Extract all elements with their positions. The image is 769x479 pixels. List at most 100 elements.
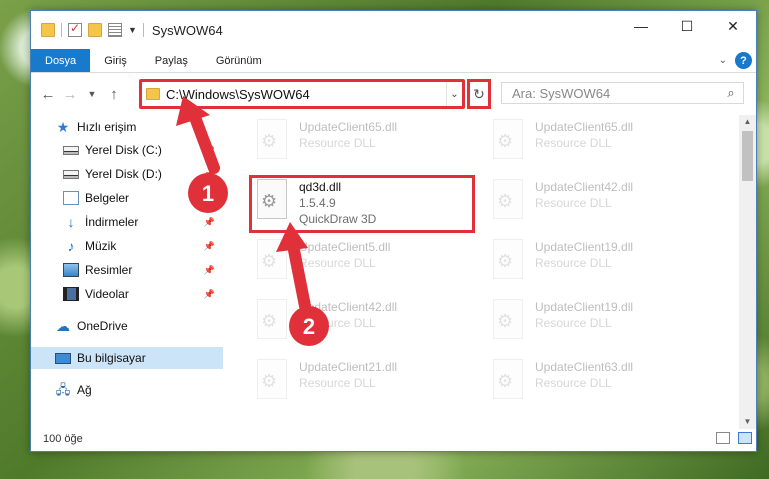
- sidebar-item-label: Belgeler: [85, 191, 130, 205]
- file-name: UpdateClient42.dll: [535, 180, 634, 194]
- file-item[interactable]: ⚙ UpdateClient19.dll Resource DLL: [491, 235, 691, 293]
- network-icon: 🖧: [55, 382, 71, 397]
- star-icon: ★: [56, 119, 70, 135]
- search-placeholder: Ara: SysWOW64: [512, 85, 611, 101]
- file-type: Resource DLL: [535, 136, 612, 150]
- sidebar-item-local-disk-c[interactable]: Yerel Disk (C:) 📌: [31, 139, 223, 161]
- details-view-icon[interactable]: [716, 432, 730, 444]
- sidebar-item-this-pc[interactable]: Bu bilgisayar: [31, 347, 223, 369]
- sidebar-item-label: İndirmeler: [85, 215, 139, 229]
- sidebar-item-pictures[interactable]: Resimler 📌: [31, 259, 223, 281]
- divider: [142, 23, 144, 37]
- address-bar[interactable]: C:\Windows\SysWOW64 ⌄: [139, 79, 465, 109]
- sidebar-item-label: OneDrive: [77, 319, 128, 333]
- status-bar: 100 öğe: [31, 427, 758, 451]
- close-button[interactable]: ✕: [710, 11, 756, 41]
- file-name: UpdateClient65.dll: [299, 120, 398, 134]
- large-icons-view-icon[interactable]: [738, 432, 752, 444]
- expand-ribbon-icon[interactable]: ⌄: [719, 55, 727, 66]
- tab-share[interactable]: Paylaş: [141, 49, 202, 72]
- pin-icon[interactable]: 📌: [204, 193, 215, 204]
- forward-arrow-icon[interactable]: →: [59, 86, 81, 103]
- sidebar-item-videos[interactable]: Videolar 📌: [31, 283, 223, 305]
- pin-icon[interactable]: 📌: [204, 265, 215, 276]
- tab-file[interactable]: Dosya: [31, 49, 91, 72]
- pin-icon[interactable]: 📌: [204, 169, 215, 180]
- refresh-button[interactable]: ↻: [467, 79, 491, 109]
- sidebar-item-label: Ağ: [77, 383, 92, 397]
- recent-locations-icon[interactable]: ▼: [81, 89, 103, 99]
- sidebar-item-music[interactable]: ♪ Müzik 📌: [31, 235, 223, 257]
- dll-file-icon: ⚙: [255, 299, 291, 341]
- file-item[interactable]: ⚙ UpdateClient42.dll Resource DLL: [491, 175, 691, 233]
- dll-file-icon: ⚙: [491, 239, 527, 281]
- file-item[interactable]: ⚙ UpdateClient65.dll Resource DLL: [491, 115, 691, 173]
- pin-icon[interactable]: 📌: [204, 217, 215, 228]
- file-name: UpdateClient19.dll: [535, 240, 634, 254]
- search-input[interactable]: Ara: SysWOW64 ⌕: [501, 82, 744, 104]
- file-type: Resource DLL: [299, 136, 376, 150]
- new-folder-icon[interactable]: [88, 23, 102, 37]
- file-item[interactable]: ⚙ UpdateClient42.dll Resource DLL: [255, 295, 455, 353]
- file-explorer-window: ▼ SysWOW64 — ☐ ✕ Dosya Giriş Paylaş Görü…: [30, 10, 757, 452]
- pin-icon[interactable]: 📌: [204, 241, 215, 252]
- back-arrow-icon[interactable]: ←: [37, 86, 59, 103]
- file-item[interactable]: ⚙ UpdateClient5.dll Resource DLL: [255, 235, 455, 293]
- pin-icon[interactable]: 📌: [204, 145, 215, 156]
- refresh-icon: ↻: [473, 85, 485, 102]
- sidebar-item-local-disk-d[interactable]: Yerel Disk (D:) 📌: [31, 163, 223, 185]
- file-item[interactable]: ⚙ UpdateClient19.dll Resource DLL: [491, 295, 691, 353]
- file-item[interactable]: ⚙ UpdateClient65.dll Resource DLL: [255, 115, 455, 173]
- computer-icon: [55, 352, 71, 364]
- ribbon-tabs: Dosya Giriş Paylaş Görünüm ⌄ ?: [31, 49, 756, 73]
- divider: [61, 23, 62, 37]
- customize-toolbar-icon[interactable]: [108, 23, 122, 37]
- dll-file-icon: ⚙: [491, 299, 527, 341]
- help-icon[interactable]: ?: [735, 52, 752, 69]
- file-name: UpdateClient5.dll: [299, 240, 391, 254]
- dll-file-icon: ⚙: [255, 119, 291, 161]
- file-item[interactable]: ⚙ UpdateClient63.dll Resource DLL: [491, 355, 691, 413]
- tab-view[interactable]: Görünüm: [202, 49, 276, 72]
- sidebar-item-documents[interactable]: Belgeler 📌: [31, 187, 223, 209]
- vertical-scrollbar[interactable]: ▲ ▼: [739, 115, 756, 429]
- search-icon[interactable]: ⌕: [719, 85, 743, 101]
- file-type: Resource DLL: [299, 256, 376, 270]
- up-arrow-icon[interactable]: ↑: [103, 86, 125, 103]
- address-dropdown-icon[interactable]: ⌄: [446, 82, 462, 106]
- scroll-up-icon[interactable]: ▲: [739, 115, 756, 129]
- file-item[interactable]: ⚙ UpdateClient21.dll Resource DLL: [255, 355, 455, 413]
- sidebar-item-network[interactable]: 🖧 Ağ: [31, 379, 223, 401]
- disk-icon: [63, 169, 79, 179]
- sidebar-item-label: Yerel Disk (D:): [85, 167, 162, 181]
- file-type: Resource DLL: [535, 196, 612, 210]
- highlight-box: [249, 175, 475, 233]
- disk-icon: [63, 145, 79, 155]
- address-path[interactable]: C:\Windows\SysWOW64: [166, 87, 446, 102]
- navigation-pane: ★ Hızlı erişim Yerel Disk (C:) 📌 Yerel D…: [31, 115, 223, 429]
- chevron-down-icon[interactable]: ▼: [128, 25, 137, 35]
- sidebar-item-label: Hızlı erişim: [77, 120, 137, 134]
- file-type: Resource DLL: [535, 376, 612, 390]
- sidebar-item-quick-access[interactable]: ★ Hızlı erişim: [31, 116, 223, 138]
- maximize-button[interactable]: ☐: [664, 11, 710, 41]
- dll-file-icon: ⚙: [255, 359, 291, 401]
- window-title: SysWOW64: [151, 22, 223, 38]
- file-type: Resource DLL: [299, 376, 376, 390]
- folder-icon: [41, 23, 55, 37]
- minimize-button[interactable]: —: [618, 11, 664, 41]
- pin-icon[interactable]: 📌: [204, 289, 215, 300]
- sidebar-item-onedrive[interactable]: ☁ OneDrive: [31, 315, 223, 337]
- sidebar-item-label: Yerel Disk (C:): [85, 143, 162, 157]
- scroll-thumb[interactable]: [742, 131, 753, 181]
- properties-check-icon[interactable]: [68, 21, 82, 37]
- file-list: ⚙ UpdateClient65.dll Resource DLL ⚙ Updat…: [241, 115, 741, 429]
- file-name: UpdateClient21.dll: [299, 360, 398, 374]
- navigation-bar: ← → ▼ ↑ C:\Windows\SysWOW64 ⌄ ↻ Ara: Sys…: [31, 73, 756, 115]
- tab-home[interactable]: Giriş: [90, 49, 141, 72]
- sidebar-item-downloads[interactable]: ↓ İndirmeler 📌: [31, 211, 223, 233]
- dll-file-icon: ⚙: [491, 119, 527, 161]
- file-name: UpdateClient19.dll: [535, 300, 634, 314]
- sidebar-item-label: Resimler: [85, 263, 133, 277]
- sidebar-item-label: Müzik: [85, 239, 117, 253]
